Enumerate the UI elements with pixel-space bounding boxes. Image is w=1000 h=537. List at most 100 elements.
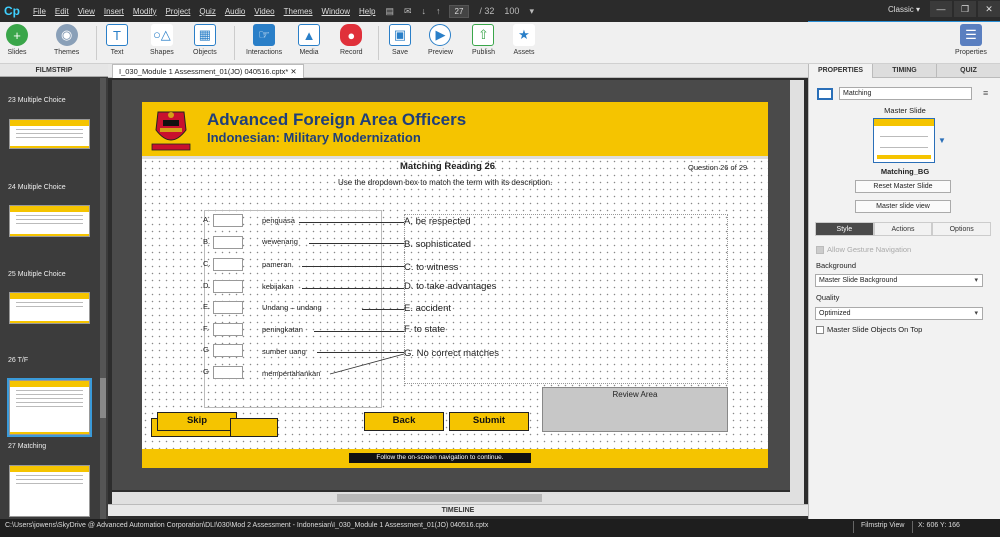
properties-button[interactable]: ☰ Properties <box>955 24 987 56</box>
assets-button[interactable]: ★ Assets <box>513 24 535 56</box>
definition-label: A. be respected <box>404 216 471 227</box>
objects-button[interactable]: ▦ Objects <box>193 24 217 56</box>
master-slide-view-button[interactable]: Master slide view <box>855 200 951 213</box>
menu-window[interactable]: Window <box>322 7 350 16</box>
answer-dropdown[interactable] <box>213 214 243 227</box>
panel-menu-icon[interactable]: ≡ <box>983 88 988 98</box>
submit-button[interactable]: Submit <box>449 412 529 431</box>
menu-insert[interactable]: Insert <box>104 7 124 16</box>
answer-dropdown[interactable] <box>213 344 243 357</box>
vertical-scrollbar[interactable] <box>790 80 804 500</box>
media-button[interactable]: ▲ Media <box>298 24 320 56</box>
slide: Advanced Foreign Area Officers Indonesia… <box>142 102 768 468</box>
record-button[interactable]: ● Record <box>340 24 363 56</box>
horizontal-scrollbar[interactable] <box>112 492 804 504</box>
background-dropdown[interactable]: Master Slide Background ▾ <box>815 274 983 287</box>
chevron-down-icon: ▾ <box>974 277 978 284</box>
chevron-down-icon[interactable]: ▼ <box>938 136 946 145</box>
style-tabs: Style Actions Options <box>815 222 992 236</box>
tab-timing[interactable]: TIMING <box>873 64 937 78</box>
publish-button[interactable]: ⇧ Publish <box>472 24 495 56</box>
slide-thumbnail-26[interactable] <box>9 292 90 324</box>
allow-gesture-checkbox[interactable] <box>816 246 824 254</box>
menu-audio[interactable]: Audio <box>225 7 245 16</box>
filmstrip-scrollbar[interactable] <box>100 78 106 519</box>
skip-button[interactable]: Skip <box>157 412 237 431</box>
menu-help[interactable]: Help <box>359 7 375 16</box>
menu-view[interactable]: View <box>78 7 95 16</box>
answer-letter: A. <box>203 215 211 224</box>
status-separator <box>912 521 913 533</box>
close-button[interactable]: ✕ <box>978 1 1000 17</box>
maximize-button[interactable]: ❐ <box>954 1 976 17</box>
answer-dropdown[interactable] <box>213 301 243 314</box>
tab-options[interactable]: Options <box>932 222 992 236</box>
answer-dropdown[interactable] <box>213 323 243 336</box>
answer-letter: C. <box>203 259 211 268</box>
slide-thumbnail-25[interactable] <box>9 205 90 237</box>
connector-line <box>317 352 404 353</box>
minimize-button[interactable]: — <box>930 1 952 17</box>
slide-thumbnail-27[interactable] <box>7 378 92 437</box>
answer-letter: G <box>203 345 209 354</box>
text-button[interactable]: T Text <box>106 24 128 56</box>
menu-file[interactable]: File <box>33 7 46 16</box>
answer-dropdown[interactable] <box>213 280 243 293</box>
tab-style[interactable]: Style <box>815 222 874 236</box>
zoom-level[interactable]: 100 <box>504 6 519 16</box>
save-button[interactable]: ▣ Save <box>389 24 411 56</box>
workspace-selector[interactable]: Classic ▾ <box>888 5 920 14</box>
shapes-button[interactable]: ○△ Shapes <box>150 24 174 56</box>
arrow-down-icon[interactable]: ↓ <box>422 6 427 16</box>
properties-tabs: PROPERTIES TIMING QUIZ <box>809 64 1000 78</box>
slide-thumbnail-28[interactable] <box>9 465 90 517</box>
quality-dropdown[interactable]: Optimized ▾ <box>815 307 983 320</box>
mail-icon[interactable]: ✉ <box>404 6 412 17</box>
background-label: Background <box>816 261 857 270</box>
menu-modify[interactable]: Modify <box>133 7 157 16</box>
assets-icon: ★ <box>513 24 535 46</box>
preview-button[interactable]: ▶ Preview <box>428 24 453 56</box>
toolbar-separator <box>378 26 379 60</box>
question-heading: Matching Reading 26 <box>400 161 496 172</box>
scrollbar-thumb[interactable] <box>337 494 542 502</box>
answer-dropdown[interactable] <box>213 236 243 249</box>
objects-icon: ▦ <box>193 24 216 46</box>
menu-themes[interactable]: Themes <box>284 7 313 16</box>
themes-button[interactable]: ◉ Themes <box>54 24 79 56</box>
instruction-text: Use the dropdown box to match the term w… <box>338 178 553 187</box>
current-slide-field[interactable]: 27 <box>448 4 470 18</box>
slide-thumbnail-24[interactable] <box>9 119 90 149</box>
timeline-panel[interactable]: TIMELINE <box>108 504 808 516</box>
term-label: kebijakan <box>262 282 294 291</box>
chevron-down-icon: ▾ <box>974 310 978 317</box>
menu-quiz[interactable]: Quiz <box>199 7 215 16</box>
arrow-up-icon[interactable]: ↑ <box>436 6 441 16</box>
tab-actions[interactable]: Actions <box>873 222 933 236</box>
cursor-coordinates: X: 606 Y: 166 <box>918 522 960 529</box>
scrollbar-thumb[interactable] <box>100 378 106 418</box>
answer-dropdown[interactable] <box>213 366 243 379</box>
back-button[interactable]: Back <box>364 412 444 431</box>
menu-project[interactable]: Project <box>165 7 190 16</box>
tab-quiz[interactable]: QUIZ <box>937 64 1000 78</box>
slides-button[interactable]: + Slides <box>6 24 28 56</box>
menu-edit[interactable]: Edit <box>55 7 69 16</box>
filmstrip-label: 23 Multiple Choice <box>8 97 66 104</box>
connector-line <box>314 331 404 332</box>
answer-dropdown[interactable] <box>213 258 243 271</box>
objects-on-top-checkbox[interactable] <box>816 326 824 334</box>
master-slide-thumbnail[interactable] <box>873 118 935 163</box>
themes-icon: ◉ <box>55 24 78 46</box>
menu-video[interactable]: Video <box>254 7 274 16</box>
document-tab[interactable]: I_030_Module 1 Assessment_01(JO) 040516.… <box>112 64 304 78</box>
chevron-down-icon[interactable]: ▾ <box>529 6 534 17</box>
divider <box>142 156 768 159</box>
close-tab-icon[interactable]: ✕ <box>290 67 296 76</box>
reset-master-slide-button[interactable]: Reset Master Slide <box>855 180 951 193</box>
slide-name-field[interactable]: Matching <box>839 87 972 100</box>
slideshow-icon[interactable]: ▤ <box>385 6 394 17</box>
interactions-button[interactable]: ☞ Interactions <box>246 24 282 56</box>
tab-properties[interactable]: PROPERTIES <box>809 64 873 78</box>
definition-label: B. sophisticated <box>404 239 472 250</box>
